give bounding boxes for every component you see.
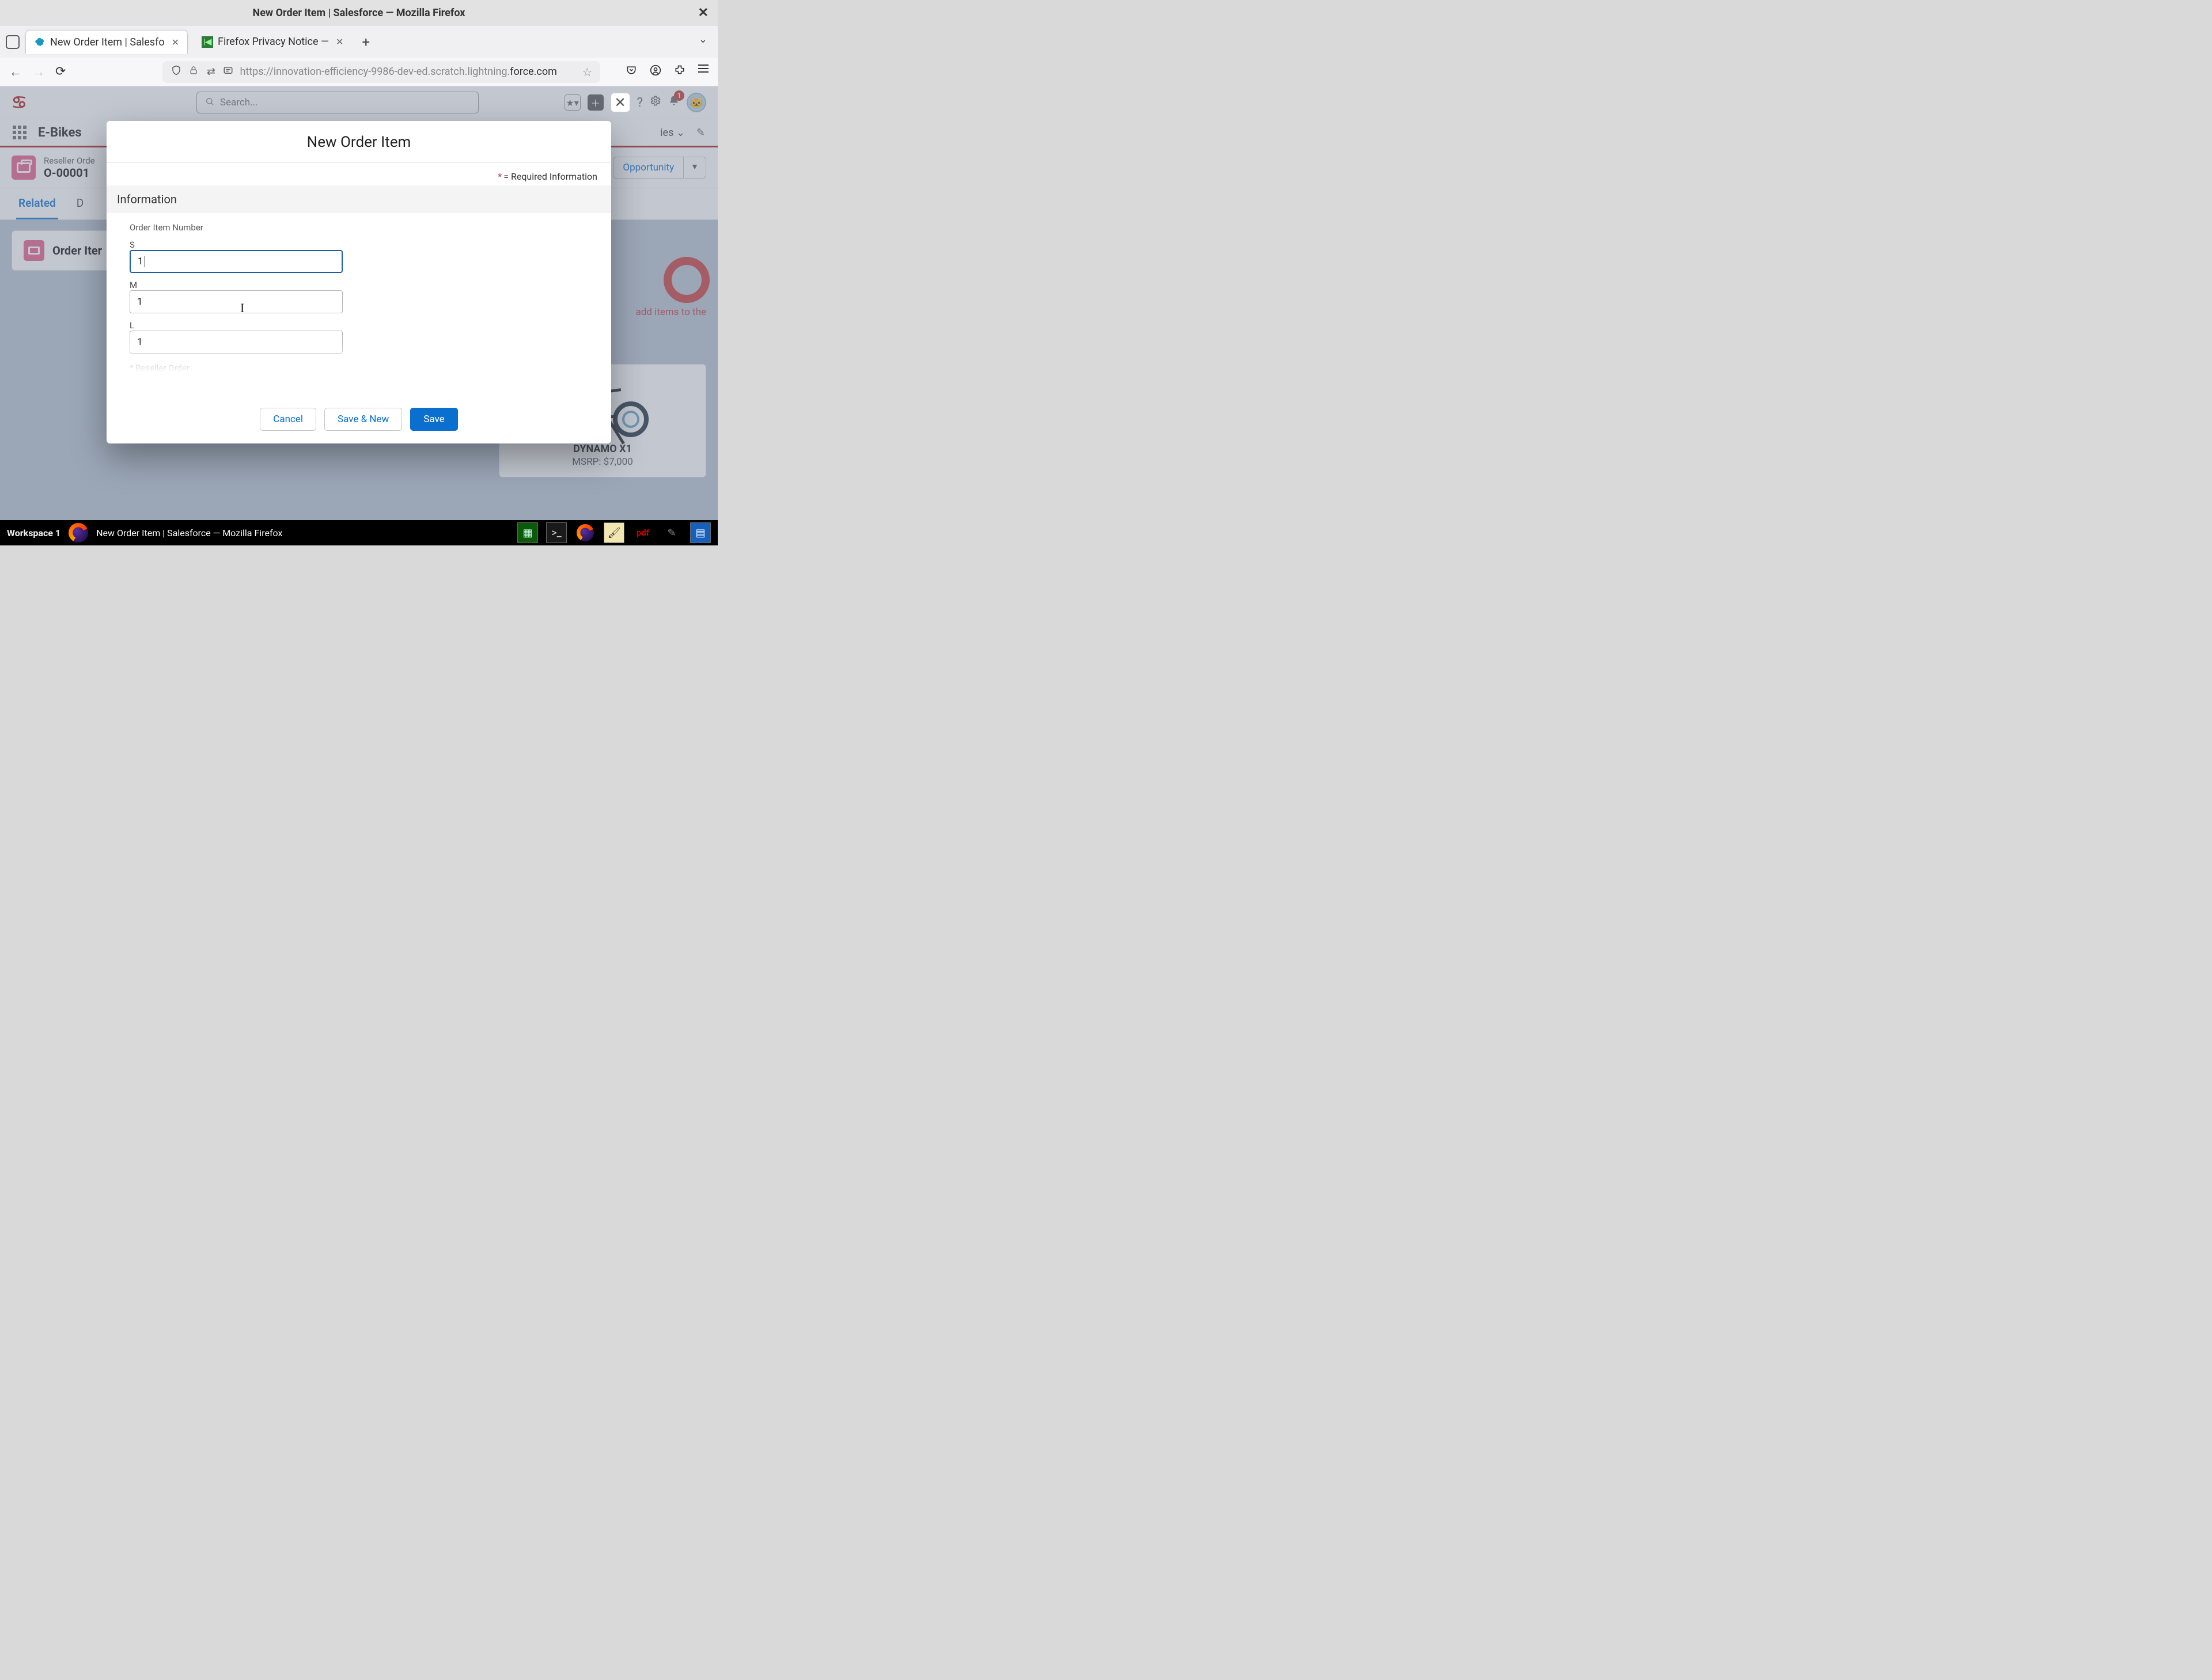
extensions-icon[interactable] [674, 65, 685, 76]
modal-title: New Order Item [107, 121, 611, 162]
reseller-order-value: O-00001 [157, 388, 194, 399]
forward-button: → [32, 65, 45, 79]
firefox-toolbar: ← → ⟳ ⇄ https://innovation-efficiency-99… [0, 58, 718, 86]
terminal-app-icon[interactable]: >_ [546, 522, 567, 543]
back-button[interactable]: ← [9, 65, 22, 79]
modal-form: Order Item Number S 1 I M 1 L 1 Reseller… [107, 213, 611, 399]
recent-windows-icon[interactable] [6, 35, 20, 49]
browser-tab[interactable]: |◀ Firefox Privacy Notice — ✕ [194, 30, 351, 54]
taskbar-window-title[interactable]: New Order Item | Salesforce — Mozilla Fi… [96, 528, 282, 538]
reload-button[interactable]: ⟳ [55, 65, 66, 79]
address-bar[interactable]: ⇄ https://innovation-efficiency-9986-dev… [162, 61, 600, 83]
firefox-taskbar-icon[interactable] [69, 523, 88, 543]
tab-close-icon[interactable]: ✕ [172, 37, 179, 48]
m-value: 1 [137, 296, 143, 308]
l-label: L [130, 320, 588, 331]
image-editor-icon[interactable]: 🖌 [604, 522, 624, 543]
shield-icon [171, 65, 182, 78]
s-value: 1 [138, 256, 143, 267]
required-note: *= Required Information [107, 163, 611, 185]
window-close-button[interactable]: ✕ [698, 7, 709, 20]
window-title: New Order Item | Salesforce — Mozilla Fi… [253, 7, 465, 19]
list-tabs-button[interactable]: ⌄ [699, 33, 707, 45]
os-titlebar: New Order Item | Salesforce — Mozilla Fi… [0, 0, 718, 26]
permissions-icon: ⇄ [205, 66, 217, 78]
text-editor-icon[interactable]: ✎ [661, 522, 682, 543]
l-value: 1 [137, 336, 143, 348]
pocket-icon[interactable] [626, 65, 637, 79]
desktop-taskbar: Workspace 1 New Order Item | Salesforce … [0, 520, 718, 545]
spreadsheet-app-icon[interactable]: ▦ [517, 522, 538, 543]
tab-title: New Order Item | Salesfo [50, 36, 165, 48]
save-button[interactable]: Save [410, 408, 457, 431]
mozilla-favicon-icon: |◀ [202, 36, 213, 48]
tab-title: Firefox Privacy Notice — [218, 36, 329, 48]
app-menu-button[interactable] [698, 65, 709, 79]
lock-icon [188, 66, 199, 78]
new-order-item-modal: New Order Item *= Required Information I… [107, 121, 611, 443]
calculator-app-icon[interactable]: ▤ [690, 522, 711, 543]
salesforce-favicon-icon [34, 36, 46, 48]
modal-footer: Cancel Save & New Save [107, 399, 611, 443]
firefox-tabstrip: New Order Item | Salesfo ✕ |◀ Firefox Pr… [0, 26, 718, 58]
toolbar-right [626, 65, 709, 79]
reader-icon [222, 65, 234, 78]
reseller-order-label: Reseller Order [130, 363, 588, 373]
l-input[interactable]: 1 [130, 331, 343, 354]
reseller-order-lookup[interactable]: O-00001 [130, 384, 202, 399]
bookmark-star-icon[interactable]: ☆ [582, 65, 593, 79]
pdf-app-icon[interactable]: pdf [632, 522, 653, 543]
section-header-information: Information [107, 185, 611, 213]
order-item-number-label: Order Item Number [130, 222, 588, 233]
m-input[interactable]: 1 [130, 290, 343, 313]
tab-close-icon[interactable]: ✕ [336, 36, 343, 47]
s-label: S [130, 240, 588, 250]
reseller-order-pill-icon [138, 388, 151, 399]
save-and-new-button[interactable]: Save & New [324, 408, 402, 431]
s-input[interactable]: 1 [130, 250, 343, 273]
modal-close-button[interactable]: ✕ [611, 93, 630, 112]
url-text: https://innovation-efficiency-9986-dev-e… [240, 66, 576, 78]
account-icon[interactable] [650, 65, 661, 79]
m-label: M [130, 280, 588, 290]
browser-tab-active[interactable]: New Order Item | Salesfo ✕ [25, 30, 188, 54]
firefox-app-icon[interactable] [575, 522, 596, 543]
cancel-button[interactable]: Cancel [260, 408, 316, 431]
new-tab-button[interactable]: + [357, 34, 374, 50]
workspace-label[interactable]: Workspace 1 [7, 528, 60, 538]
